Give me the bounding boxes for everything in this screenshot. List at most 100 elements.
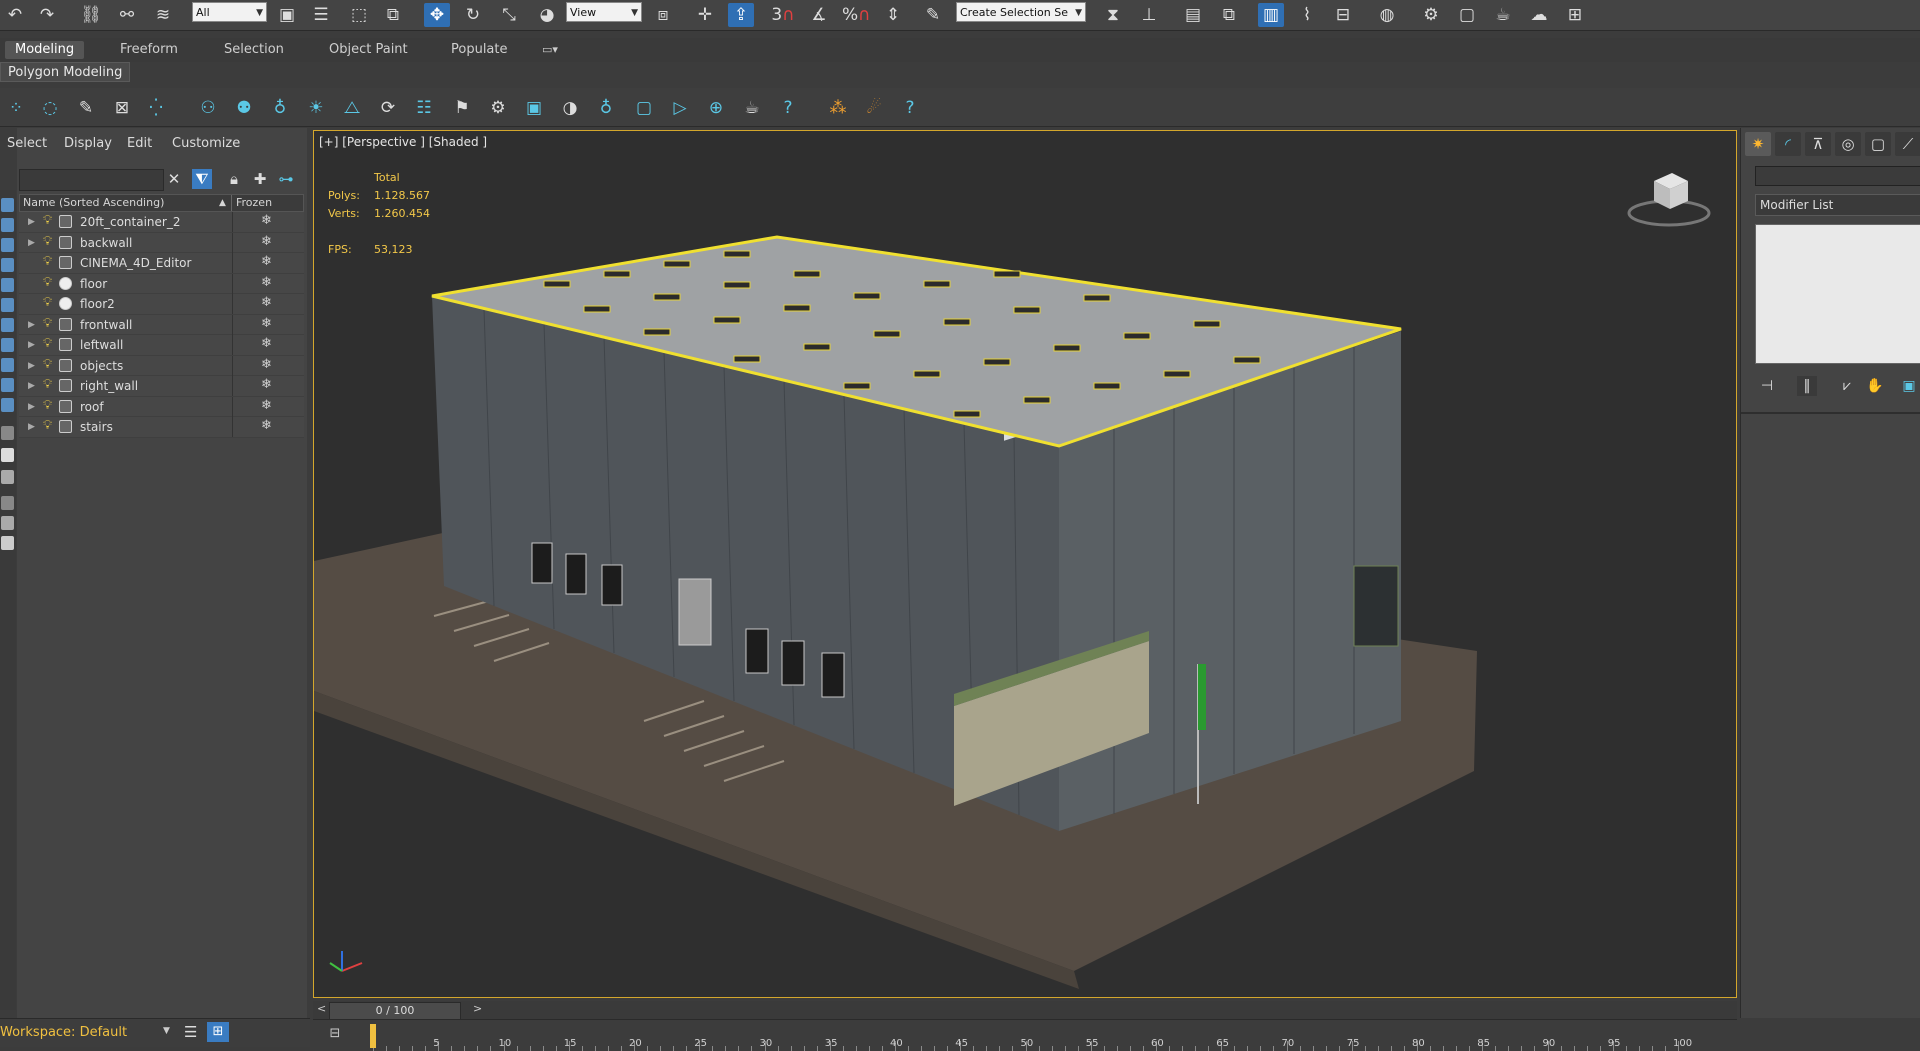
- object-name[interactable]: objects: [80, 359, 123, 373]
- scene-row[interactable]: ▶ 💡︎ backwall ❄: [19, 232, 304, 253]
- selection-hierarchy-icon[interactable]: ⊞: [207, 1022, 229, 1042]
- brush-icon[interactable]: ✎: [74, 96, 98, 120]
- make-unique-icon[interactable]: ⩗: [1837, 376, 1857, 396]
- modifier-list-dropdown[interactable]: Modifier List: [1755, 194, 1920, 216]
- transform-gizmo-icon[interactable]: ⊠: [110, 96, 134, 120]
- sun-icon[interactable]: ☀: [304, 96, 328, 120]
- frozen-toggle-icon[interactable]: ❄: [261, 336, 272, 351]
- select-move-icon[interactable]: ✥: [424, 3, 450, 27]
- scene-row[interactable]: 💡︎ floor2 ❄: [19, 294, 304, 315]
- ribbon-subpanel-title[interactable]: Polygon Modeling: [0, 62, 130, 82]
- menu-select[interactable]: Select: [7, 136, 47, 151]
- keyboard-shortcut-override-icon[interactable]: ⇪: [728, 3, 754, 27]
- light-bulb-icon[interactable]: 💡︎: [43, 418, 52, 433]
- help-circle-icon[interactable]: ?: [898, 96, 922, 120]
- layer-explorer-icon[interactable]: ⧉: [1216, 3, 1242, 27]
- snap-toggle-icon[interactable]: 3∩: [770, 3, 796, 27]
- filter-lights-icon[interactable]: [1, 238, 14, 252]
- filter-containers-icon[interactable]: [1, 378, 14, 392]
- workspace-selector[interactable]: Workspace: Default: [0, 1025, 127, 1040]
- tab-object-paint[interactable]: Object Paint: [319, 41, 418, 59]
- help-icon[interactable]: ?: [776, 96, 800, 120]
- list-icon[interactable]: ☷: [412, 96, 436, 120]
- crosshair-icon[interactable]: ⊕: [704, 96, 728, 120]
- filter-groups-icon[interactable]: [1, 318, 14, 332]
- material-editor-icon[interactable]: ◍: [1374, 3, 1400, 27]
- selection-filter-dropdown[interactable]: All ▼: [192, 2, 267, 22]
- frozen-toggle-icon[interactable]: ❄: [261, 316, 272, 331]
- remove-modifier-icon[interactable]: ✋: [1865, 376, 1885, 396]
- edge-icon[interactable]: ◌: [38, 96, 62, 120]
- light-bulb-icon[interactable]: 💡︎: [43, 275, 52, 290]
- object-name[interactable]: frontwall: [80, 318, 132, 332]
- time-slider[interactable]: 0 / 100: [329, 1002, 461, 1020]
- spinner-snap-icon[interactable]: ⇕: [880, 3, 906, 27]
- tab-populate[interactable]: Populate: [441, 41, 518, 59]
- angle-snap-icon[interactable]: ∡: [806, 3, 832, 27]
- select-object-icon[interactable]: ▣: [274, 3, 300, 27]
- frozen-toggle-icon[interactable]: ❄: [261, 234, 272, 249]
- light-bulb-icon[interactable]: 💡︎: [43, 234, 52, 249]
- column-name-header[interactable]: Name (Sorted Ascending): [23, 195, 164, 211]
- chevron-down-icon[interactable]: ▼: [163, 1026, 170, 1036]
- link-icon[interactable]: ⛓: [78, 3, 104, 27]
- placement-icon[interactable]: ◕: [534, 3, 560, 27]
- light-bulb-icon[interactable]: 💡︎: [43, 254, 52, 269]
- ribbon-options-icon[interactable]: ▭▾: [532, 41, 568, 59]
- configure-sets-icon[interactable]: ▣: [1899, 376, 1919, 396]
- undo-icon[interactable]: ↶: [2, 3, 28, 27]
- hierarchy-icon[interactable]: [1, 516, 14, 530]
- rect-selection-icon[interactable]: ⬚: [346, 3, 372, 27]
- light-bulb-icon[interactable]: 💡︎: [43, 316, 52, 331]
- settings-icon[interactable]: ⚙: [486, 96, 510, 120]
- schematic-view-icon[interactable]: ⊟: [1330, 3, 1356, 27]
- mirror-icon[interactable]: ⧗: [1100, 3, 1126, 27]
- expand-arrow-icon[interactable]: ▶: [28, 381, 35, 391]
- object-name[interactable]: floor: [80, 277, 107, 291]
- cameras-icon[interactable]: ⚉: [232, 96, 256, 120]
- next-frame-icon[interactable]: >: [473, 1002, 482, 1015]
- object-name[interactable]: CINEMA_4D_Editor: [80, 256, 191, 270]
- render-iterative-icon[interactable]: ☁: [1526, 3, 1552, 27]
- show-none-icon[interactable]: [1, 448, 14, 462]
- menu-edit[interactable]: Edit: [127, 136, 152, 151]
- filter-helpers-icon[interactable]: [1, 278, 14, 292]
- menu-customize[interactable]: Customize: [172, 136, 240, 151]
- box-frame-icon[interactable]: ▢: [632, 96, 656, 120]
- layers-icon[interactable]: ☰: [184, 1023, 197, 1041]
- menu-display[interactable]: Display: [64, 136, 112, 151]
- shade-icon[interactable]: ◑: [558, 96, 582, 120]
- search-input[interactable]: [19, 169, 164, 191]
- percent-snap-icon[interactable]: %∩: [842, 3, 871, 27]
- object-name-input[interactable]: [1755, 166, 1920, 186]
- scene-row[interactable]: ▶ 💡︎ stairs ❄: [19, 417, 304, 438]
- light-bulb-icon[interactable]: 💡︎: [43, 377, 52, 392]
- utilities-tab-icon[interactable]: ⟋: [1895, 132, 1920, 156]
- rendered-frame-window-icon[interactable]: ▢: [1454, 3, 1480, 27]
- expand-arrow-icon[interactable]: ▶: [28, 320, 35, 330]
- current-frame-marker[interactable]: [370, 1024, 376, 1048]
- scene-explorer-toggle-icon[interactable]: ▤: [1180, 3, 1206, 27]
- filter-xrefs-icon[interactable]: [1, 338, 14, 352]
- scene-row[interactable]: ▶ 💡︎ 20ft_container_2 ❄: [19, 212, 304, 233]
- pin-stack-icon[interactable]: ⊣: [1757, 376, 1777, 396]
- light-bulb-icon[interactable]: 💡︎: [43, 336, 52, 351]
- timeline[interactable]: ⊟ 5 10 15 20 25 30 35 40 45 50 55 60 65 70 75 80 85 90 95 1…: [313, 1019, 1737, 1051]
- bulb-outline-icon[interactable]: ♁: [594, 96, 618, 120]
- scene-row[interactable]: ▶ 💡︎ roof ❄: [19, 396, 304, 417]
- perspective-viewport[interactable]: [+] [Perspective ] [Shaded ] Total Polys…: [313, 130, 1737, 998]
- render-production-icon[interactable]: ☕: [1490, 3, 1516, 27]
- element-icon[interactable]: ⁛: [144, 96, 168, 120]
- teapot-icon[interactable]: ☕: [740, 96, 764, 120]
- tab-freeform[interactable]: Freeform: [110, 41, 188, 59]
- layer-icon[interactable]: [1, 536, 14, 550]
- filter-icon[interactable]: ⧨: [192, 169, 212, 189]
- render-setup-icon[interactable]: ⚙: [1418, 3, 1444, 27]
- column-frozen-header[interactable]: Frozen: [236, 195, 272, 211]
- invert-icon[interactable]: [1, 470, 14, 484]
- create-tab-icon[interactable]: ✷: [1745, 132, 1771, 156]
- scene-row[interactable]: ▶ 💡︎ right_wall ❄: [19, 376, 304, 397]
- expand-arrow-icon[interactable]: ▶: [28, 217, 35, 227]
- filter-frozen-icon[interactable]: [1, 398, 14, 412]
- viewcube[interactable]: [1624, 161, 1714, 231]
